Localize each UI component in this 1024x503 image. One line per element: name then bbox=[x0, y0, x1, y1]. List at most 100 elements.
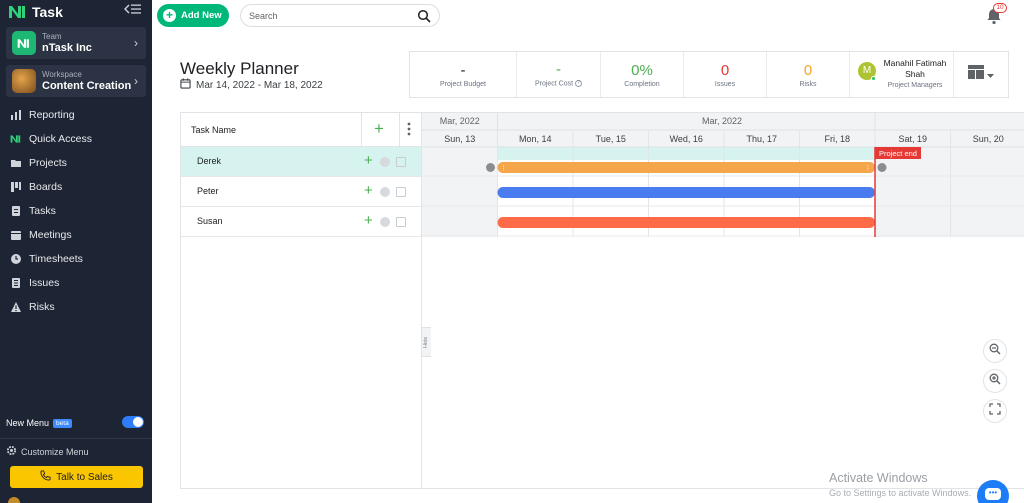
zoom-in-button[interactable] bbox=[983, 369, 1007, 393]
gantt-task-list: Task Name + Derek + Peter + Susan + bbox=[180, 112, 421, 489]
new-menu-row: New Menu beta bbox=[6, 416, 146, 430]
info-icon[interactable]: ? bbox=[575, 80, 583, 88]
gantt-task-header: Task Name + bbox=[181, 113, 421, 147]
search-icon[interactable] bbox=[417, 9, 431, 23]
issues-icon bbox=[10, 277, 22, 289]
windows-watermark-subtitle: Go to Settings to activate Windows. bbox=[829, 488, 972, 498]
collapse-sidebar-icon[interactable] bbox=[124, 3, 144, 17]
stat-label: Issues bbox=[714, 80, 736, 88]
brand-name: Task bbox=[32, 4, 63, 20]
date-range-text: Mar 14, 2022 - Mar 18, 2022 bbox=[196, 79, 323, 91]
projects-icon bbox=[10, 157, 22, 169]
day-label: Sun, 20 bbox=[973, 134, 1004, 144]
add-new-button[interactable]: + Add New bbox=[157, 4, 229, 27]
brand[interactable]: Task bbox=[8, 2, 63, 22]
day-label: Mon, 14 bbox=[519, 134, 552, 144]
weekend-column bbox=[875, 147, 951, 237]
task-name: Derek bbox=[197, 156, 222, 166]
new-menu-toggle[interactable] bbox=[122, 416, 144, 428]
chevron-right-icon: › bbox=[134, 74, 138, 88]
date-range[interactable]: Mar 14, 2022 - Mar 18, 2022 bbox=[180, 78, 323, 92]
task-bar bbox=[497, 217, 875, 228]
customize-menu-button[interactable]: Customize Menu bbox=[6, 445, 89, 458]
fit-to-screen-button[interactable] bbox=[983, 399, 1007, 423]
task-row[interactable]: Derek + bbox=[181, 147, 421, 177]
add-task-icon[interactable]: + bbox=[374, 119, 384, 139]
nav-item-issues[interactable]: Issues bbox=[0, 271, 152, 295]
day-label: Sat, 19 bbox=[898, 134, 927, 144]
layout-icon bbox=[968, 65, 984, 84]
nav-label: Boards bbox=[29, 181, 63, 193]
nav-item-tasks[interactable]: Tasks bbox=[0, 199, 152, 223]
complete-check-icon[interactable] bbox=[380, 157, 390, 167]
fullscreen-icon bbox=[989, 402, 1001, 420]
sidebar: Task Team nTask Inc › Workspace Content … bbox=[0, 0, 152, 503]
notification-count-badge: 10 bbox=[993, 3, 1007, 13]
user-avatar[interactable] bbox=[8, 497, 20, 503]
workspace-avatar bbox=[12, 69, 36, 93]
sidebar-divider bbox=[0, 438, 152, 439]
talk-to-sales-button[interactable]: Talk to Sales bbox=[10, 466, 143, 488]
divider bbox=[361, 113, 362, 147]
zoom-in-icon bbox=[989, 372, 1001, 390]
nav-item-timesheets[interactable]: Timesheets bbox=[0, 247, 152, 271]
nav-item-projects[interactable]: Projects bbox=[0, 151, 152, 175]
layout-switcher-button[interactable] bbox=[954, 52, 1008, 97]
zoom-out-icon bbox=[989, 342, 1001, 360]
month-label: Mar, 2022 bbox=[702, 116, 742, 126]
project-manager[interactable]: M Manahil Fatimah Shah Project Managers bbox=[850, 52, 954, 97]
nav-label: Projects bbox=[29, 157, 67, 169]
stat-label: Project Cost ? bbox=[535, 80, 583, 88]
open-task-icon[interactable] bbox=[396, 157, 406, 167]
add-subtask-icon[interactable]: + bbox=[364, 212, 373, 230]
workspace-switcher[interactable]: Workspace Content Creation › bbox=[6, 65, 146, 97]
resize-handle-left: ⁞ bbox=[503, 166, 505, 173]
team-switcher[interactable]: Team nTask Inc › bbox=[6, 27, 146, 59]
page-title: Weekly Planner bbox=[180, 59, 299, 78]
hide-panel-tab[interactable]: Hide bbox=[421, 327, 431, 357]
open-task-icon[interactable] bbox=[396, 187, 406, 197]
zoom-out-button[interactable] bbox=[983, 339, 1007, 363]
complete-check-icon[interactable] bbox=[380, 217, 390, 227]
add-new-label: Add New bbox=[181, 10, 222, 21]
complete-check-icon[interactable] bbox=[380, 187, 390, 197]
open-task-icon[interactable] bbox=[396, 217, 406, 227]
project-stats-panel: - Project Budget - Project Cost ? 0% Com… bbox=[409, 51, 1009, 98]
project-manager-label: Project Managers bbox=[887, 82, 943, 89]
workspace-label: Workspace bbox=[42, 69, 82, 79]
stat-label: Project Budget bbox=[440, 80, 486, 88]
task-row[interactable]: Susan + bbox=[181, 207, 421, 237]
team-label: Team bbox=[42, 31, 62, 41]
day-label: Wed, 16 bbox=[670, 134, 703, 144]
stat-project-budget: - Project Budget bbox=[410, 52, 517, 97]
customize-menu-label: Customize Menu bbox=[21, 446, 89, 457]
nav-item-reporting[interactable]: Reporting bbox=[0, 103, 152, 127]
add-subtask-icon[interactable]: + bbox=[364, 152, 373, 170]
nav-item-risks[interactable]: Risks bbox=[0, 295, 152, 319]
boards-icon bbox=[10, 181, 22, 193]
stat-value: 0 bbox=[803, 61, 813, 79]
dependency-end-handle bbox=[877, 163, 887, 172]
workspace-name: Content Creation bbox=[42, 79, 132, 92]
meetings-icon bbox=[10, 229, 22, 241]
more-options-icon[interactable] bbox=[406, 122, 412, 136]
task-bar bbox=[497, 187, 875, 198]
task-row[interactable]: Peter + bbox=[181, 177, 421, 207]
windows-watermark-title: Activate Windows bbox=[829, 471, 928, 485]
nav-item-boards[interactable]: Boards bbox=[0, 175, 152, 199]
nav-item-quick-access[interactable]: Quick Access bbox=[0, 127, 152, 151]
add-subtask-icon[interactable]: + bbox=[364, 182, 373, 200]
search-input[interactable]: Search bbox=[240, 4, 440, 27]
gear-icon bbox=[6, 445, 17, 458]
nav-label: Meetings bbox=[29, 229, 72, 241]
month-label: Mar, 2022 bbox=[440, 116, 480, 126]
nav-item-meetings[interactable]: Meetings bbox=[0, 223, 152, 247]
weekend-column bbox=[950, 147, 1024, 237]
selected-row-highlight bbox=[497, 147, 875, 160]
stat-label: Risks bbox=[799, 80, 817, 88]
phone-icon bbox=[40, 470, 51, 484]
new-menu-label: New Menu bbox=[6, 418, 50, 428]
gantt-chart: Mar, 2022 Mar, 2022 Sun, 13 Mon, 14 Tue, 15 W… bbox=[422, 113, 1024, 237]
stat-value: 0 bbox=[720, 61, 730, 79]
stat-value: - bbox=[460, 61, 466, 79]
